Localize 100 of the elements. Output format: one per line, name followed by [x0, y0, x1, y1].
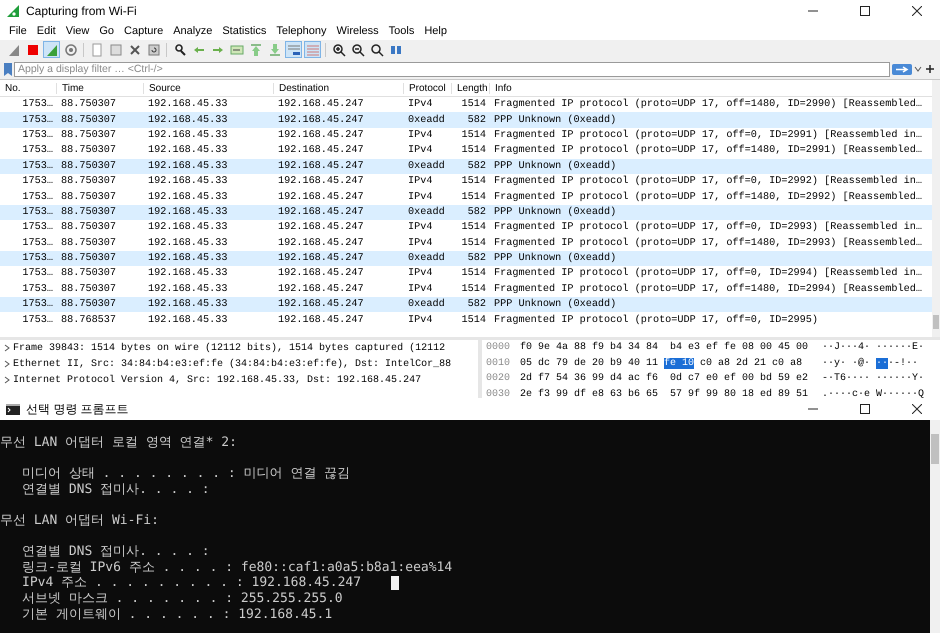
- ascii-bytes: ··: [876, 358, 888, 369]
- column-header[interactable]: Time: [56, 82, 143, 94]
- table-cell-text: Fragmented IP protocol (proto=UDP 17, off=0, ID=2994) [Reassembled in…: [493, 268, 923, 280]
- menu-item[interactable]: View: [60, 25, 94, 37]
- menu-item[interactable]: File: [4, 25, 32, 37]
- hex-offset: 0030: [486, 388, 512, 398]
- table-cell-text: Fragmented IP protocol (proto=UDP 17, off=0, ID=2995): [493, 314, 820, 326]
- packet-row[interactable]: 1753… 88.750307 192.168.45.33 192.168.45.247 0xeadd 582 PPP Unknown (0xeadd): [0, 204, 932, 220]
- table-cell-text: 192.168.45.247: [277, 314, 365, 326]
- table-cell-text: 1753…: [21, 314, 54, 326]
- table-cell-text: 192.168.45.247: [277, 253, 365, 264]
- fin-icon: [44, 42, 58, 56]
- fin-icon: [6, 42, 20, 56]
- table-cell-text: 1753…: [21, 114, 54, 126]
- zoom-out-icon: [350, 42, 364, 56]
- menu-item[interactable]: Statistics: [217, 25, 272, 37]
- ascii-bytes: .····c·e W······Q: [822, 388, 924, 398]
- table-cell-text: 0xeadd: [407, 299, 446, 310]
- table-cell-text: 192.168.45.247: [277, 206, 365, 218]
- table-cell-text: 192.168.45.247: [277, 160, 365, 172]
- table-cell-text: 88.768537: [60, 314, 118, 326]
- text-cursor: [391, 576, 400, 590]
- column-header[interactable]: No.: [0, 82, 56, 94]
- hex-bytes: f0 9e 4a 88 f9 b4 34 84 b4 e3 ef fe 08 00 45 00: [520, 342, 808, 354]
- table-cell-text: 88.750307: [60, 160, 118, 172]
- table-cell-text: 1753…: [21, 192, 54, 203]
- table-cell-text: 192.168.45.33: [147, 99, 228, 110]
- table-cell-text: 1753…: [21, 130, 54, 141]
- display-filter-field[interactable]: Apply a display filter … <Ctrl-/>: [14, 62, 890, 76]
- table-cell-text: 192.168.45.247: [277, 130, 365, 141]
- down-arrow-icon: [268, 42, 282, 56]
- table-cell-text: 1753…: [21, 268, 54, 280]
- table-cell-text: 192.168.45.247: [277, 192, 365, 203]
- table-cell-text: 192.168.45.33: [147, 253, 228, 264]
- plus-icon: [926, 65, 934, 73]
- console-line: IPv4 주소 . . . . . . . . . : 192.168.45.247: [22, 575, 362, 591]
- menu-item[interactable]: Tools: [384, 25, 420, 37]
- packet-row[interactable]: 1753… 88.750307 192.168.45.33 192.168.45.247 0xeadd 582 PPP Unknown (0xeadd): [0, 250, 932, 266]
- column-header[interactable]: Source: [143, 82, 273, 94]
- scrollbar[interactable]: [932, 80, 940, 337]
- table-cell-text: IPv4: [407, 284, 434, 295]
- gear-icon: [64, 42, 78, 56]
- table-cell-text: IPv4: [407, 268, 434, 280]
- packet-row[interactable]: 1753… 88.750307 192.168.45.33 192.168.45.247 0xeadd 582 PPP Unknown (0xeadd): [0, 112, 932, 128]
- window-title: Capturing from Wi-Fi: [26, 4, 138, 18]
- ascii-bytes: -·T6···· ······Y·: [822, 373, 924, 384]
- table-cell-text: Fragmented IP protocol (proto=UDP 17, off=1480, ID=2992) [Reassembled…: [493, 192, 923, 203]
- table-cell-text: Fragmented IP protocol (proto=UDP 17, off=1480, ID=2990) [Reassembled…: [493, 99, 923, 110]
- table-cell-text: IPv4: [407, 314, 434, 326]
- bookmark-icon[interactable]: [4, 62, 12, 76]
- maximize-icon: [860, 404, 870, 414]
- packet-row[interactable]: 1753… 88.750307 192.168.45.33 192.168.45.247 0xeadd 582 PPP Unknown (0xeadd): [0, 297, 932, 312]
- menu-item[interactable]: Analyze: [168, 25, 218, 37]
- table-cell-text: 192.168.45.33: [147, 130, 228, 141]
- menu-item[interactable]: Capture: [119, 25, 168, 37]
- table-cell-text: 192.168.45.33: [147, 299, 228, 310]
- menu-item[interactable]: Telephony: [271, 25, 332, 37]
- hex-offset: 0000: [486, 342, 512, 354]
- table-cell-text: 1514: [460, 176, 487, 188]
- table-cell-text: 192.168.45.33: [147, 268, 228, 280]
- scrollbar[interactable]: [930, 420, 940, 633]
- packet-row[interactable]: 1753… 88.750307 192.168.45.33 192.168.45.247 IPv4 1514 Fragmented IP protocol (proto=UDP 17, off=1480, ID=2990) [Reassembled…: [0, 97, 932, 112]
- table-cell-text: 582: [466, 299, 487, 310]
- menu-item[interactable]: Help: [419, 25, 452, 37]
- packet-row[interactable]: 1753… 88.750307 192.168.45.33 192.168.45.247 0xeadd 582 PPP Unknown (0xeadd): [0, 158, 932, 174]
- hex-bytes: fe 10: [664, 358, 694, 369]
- table-cell-text: 192.168.45.33: [147, 114, 228, 126]
- hex-offset: 0010: [486, 358, 512, 369]
- column-header[interactable]: Destination: [273, 82, 403, 94]
- detail-line[interactable]: Ethernet II, Src: 34:84:b4:e3:ef:fe (34:84:b4:e3:ef:fe), Dst: IntelCor_88: [13, 358, 452, 370]
- table-cell-text: 1753…: [21, 99, 54, 110]
- console-line: 무선 LAN 어댑터 로컬 영역 연결* 2:: [0, 435, 238, 451]
- table-cell-text: 192.168.45.247: [277, 299, 365, 310]
- table-cell-text: 1753…: [21, 206, 54, 218]
- table-cell-text: Fragmented IP protocol (proto=UDP 17, off=1480, ID=2994) [Reassembled…: [493, 284, 923, 295]
- table-cell-text: PPP Unknown (0xeadd): [493, 206, 618, 218]
- table-cell-text: 192.168.45.33: [147, 145, 228, 156]
- column-header[interactable]: Protocol: [403, 82, 451, 94]
- menu-item[interactable]: Wireless: [332, 25, 384, 37]
- table-cell-text: 192.168.45.33: [147, 206, 228, 218]
- menu-item[interactable]: Edit: [32, 25, 61, 37]
- table-cell-text: IPv4: [407, 192, 434, 203]
- table-cell-text: 88.750307: [60, 299, 118, 310]
- table-cell-text: 88.750307: [60, 268, 118, 280]
- table-cell-text: 1753…: [21, 284, 54, 295]
- hex-offset: 0020: [486, 373, 512, 384]
- stop-icon: [26, 42, 40, 56]
- column-header[interactable]: Length: [451, 82, 489, 94]
- table-cell-text: 0xeadd: [407, 206, 446, 218]
- table-cell-text: 192.168.45.247: [277, 145, 365, 156]
- close-icon: [912, 404, 922, 414]
- detail-line[interactable]: Frame 39843: 1514 bytes on wire (12112 bits), 1514 bytes captured (12112: [13, 342, 446, 354]
- table-cell-text: 192.168.45.33: [147, 192, 228, 203]
- table-cell-text: 88.750307: [60, 238, 118, 249]
- detail-line[interactable]: Internet Protocol Version 4, Src: 192.168.45.33, Dst: 192.168.45.247: [13, 374, 422, 386]
- zoom-reset-icon: [370, 42, 384, 56]
- menu-item[interactable]: Go: [94, 25, 120, 37]
- table-cell-text: 88.750307: [60, 130, 118, 141]
- table-cell-text: 192.168.45.247: [277, 114, 365, 126]
- up-arrow-icon: [248, 42, 262, 56]
